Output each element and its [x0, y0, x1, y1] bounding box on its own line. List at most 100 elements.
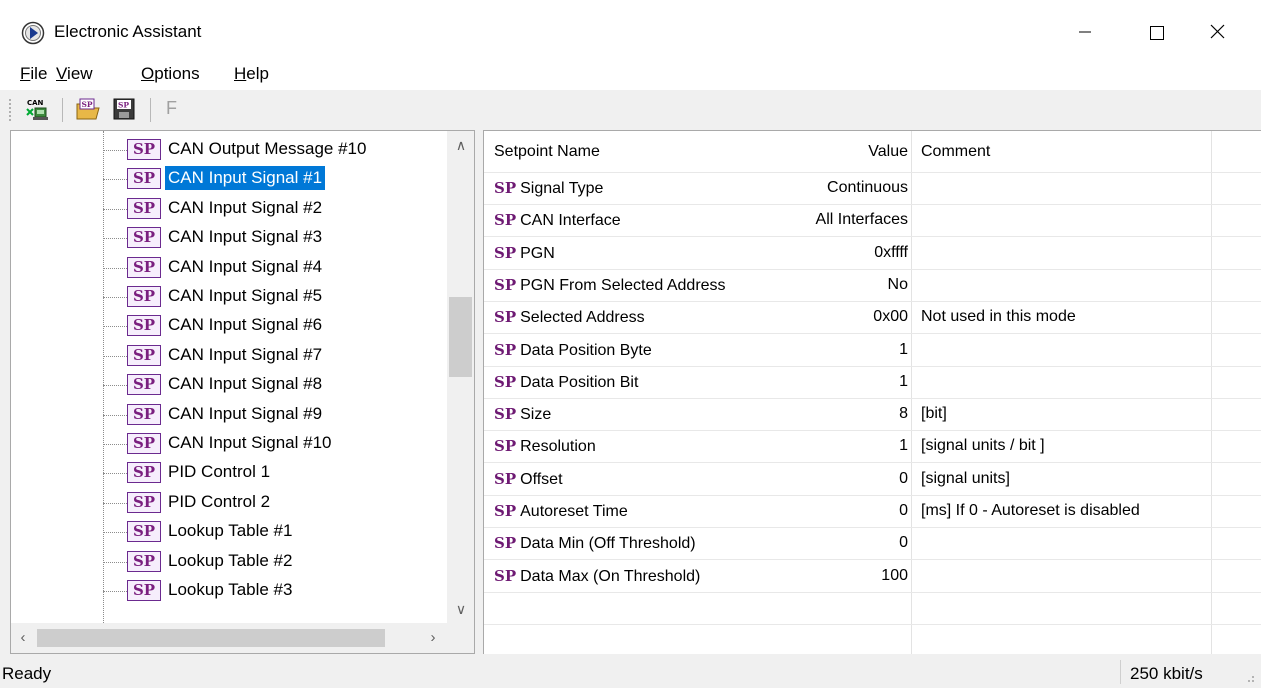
setpoint-comment: [ms] If 0 - Autoreset is disabled [921, 502, 1140, 519]
setpoint-row[interactable]: SP PGN From Selected Address No [484, 270, 1261, 302]
setpoint-row[interactable]: SP Offset 0 [signal units] [484, 464, 1261, 496]
tree-item[interactable]: SP CAN Input Signal #8 [103, 370, 443, 399]
sp-open-icon[interactable]: SP [75, 96, 101, 122]
setpoint-row[interactable]: SP Signal Type Continuous [484, 173, 1261, 205]
setpoint-value[interactable]: 100 [774, 567, 908, 585]
setpoint-name: SP Data Max (On Threshold) [494, 567, 700, 586]
scroll-right-icon[interactable]: › [425, 629, 441, 647]
setpoint-name-text: Data Min (Off Threshold) [520, 535, 696, 552]
setpoint-value[interactable]: 0 [774, 502, 908, 520]
setpoint-prefix: SP [494, 179, 517, 197]
setpoint-row[interactable]: SP Data Position Byte 1 [484, 335, 1261, 367]
scroll-corner [447, 623, 474, 653]
setpoint-name-text: Signal Type [520, 180, 604, 197]
column-header-value[interactable]: Value [774, 143, 908, 161]
setpoint-value[interactable]: 1 [774, 341, 908, 359]
setpoint-value[interactable]: Continuous [774, 179, 908, 197]
setpoint-row[interactable]: SP Autoreset Time 0 [ms] If 0 - Autoreset i… [484, 496, 1261, 528]
tree-item[interactable]: SP CAN Input Signal #1 [103, 164, 443, 193]
setpoint-row[interactable]: SP Size 8 [bit] [484, 399, 1261, 431]
tree-item[interactable]: SP CAN Input Signal #9 [103, 400, 443, 429]
setpoint-row[interactable]: SP Resolution 1 [signal units / bit ] [484, 431, 1261, 463]
scroll-down-icon[interactable]: ∨ [453, 601, 469, 617]
setpoint-value[interactable]: 1 [774, 373, 908, 391]
tree-vertical-scrollbar[interactable]: ∧ ∨ [447, 131, 474, 623]
tree-item[interactable]: SP Lookup Table #2 [103, 547, 443, 576]
setpoint-value[interactable]: 0x00 [774, 308, 908, 326]
scrollbar-thumb[interactable] [37, 629, 385, 647]
setpoint-tree[interactable]: SP CAN Output Message #10 SP CAN Input Sign… [10, 130, 475, 654]
setpoint-row[interactable]: SP Selected Address 0x00 Not used in this m… [484, 302, 1261, 334]
setpoint-prefix: SP [494, 211, 517, 229]
sp-save-icon[interactable]: SP [111, 96, 137, 122]
tree-item-label: Lookup Table #1 [168, 521, 293, 540]
setpoint-value[interactable]: No [774, 276, 908, 294]
minimize-icon[interactable] [1060, 10, 1110, 52]
tree-connector-line [103, 415, 127, 416]
menu-view[interactable]: View [56, 64, 93, 84]
tree-item[interactable]: SP PID Control 1 [103, 458, 443, 487]
setpoint-icon: SP [127, 580, 161, 601]
tree-item-label: CAN Input Signal #1 [165, 166, 326, 190]
setpoint-name: SP Offset [494, 470, 563, 489]
tree-item[interactable]: SP Lookup Table #3 [103, 576, 443, 605]
menu-options[interactable]: Options [141, 64, 200, 84]
tree-connector-line [103, 562, 127, 563]
setpoint-grid[interactable]: Setpoint Name Value Comment SP Signal Typ… [483, 130, 1261, 654]
setpoint-value[interactable]: 0 [774, 470, 908, 488]
menu-file[interactable]: File [20, 64, 47, 84]
tree-item[interactable]: SP CAN Input Signal #7 [103, 341, 443, 370]
scroll-left-icon[interactable]: ‹ [15, 629, 31, 647]
setpoint-prefix: SP [494, 341, 517, 359]
toolbar-separator [62, 98, 63, 122]
scrollbar-thumb[interactable] [449, 297, 472, 377]
tree-item[interactable]: SP PID Control 2 [103, 488, 443, 517]
column-header-name[interactable]: Setpoint Name [494, 143, 600, 161]
setpoint-row[interactable]: SP PGN 0xffff [484, 238, 1261, 270]
scroll-up-icon[interactable]: ∧ [453, 137, 469, 153]
tree-item[interactable]: SP CAN Input Signal #2 [103, 194, 443, 223]
tree-item-label: CAN Input Signal #8 [168, 374, 323, 393]
setpoint-prefix: SP [494, 534, 517, 552]
setpoint-value[interactable]: 0 [774, 534, 908, 552]
f-button[interactable]: F [166, 98, 177, 119]
setpoint-value[interactable]: 1 [774, 437, 908, 455]
setpoint-name-text: Data Position Byte [520, 342, 652, 359]
setpoint-row[interactable]: SP CAN Interface All Interfaces [484, 205, 1261, 237]
setpoint-name-text: CAN Interface [520, 212, 621, 229]
close-icon[interactable] [1192, 10, 1242, 52]
tree-connector-line [103, 532, 127, 533]
title-bar[interactable]: Electronic Assistant [0, 0, 1261, 60]
tree-item-label: PID Control 2 [168, 492, 271, 511]
resize-grip-icon[interactable] [1240, 668, 1256, 684]
setpoint-value[interactable]: 0xffff [774, 244, 908, 262]
can-connect-icon[interactable]: CAN [24, 96, 50, 122]
tree-connector-line [103, 326, 127, 327]
setpoint-row[interactable]: SP Data Position Bit 1 [484, 367, 1261, 399]
setpoint-row[interactable]: SP Data Min (Off Threshold) 0 [484, 528, 1261, 560]
toolbar-grip[interactable] [8, 98, 12, 122]
setpoint-prefix: SP [494, 470, 517, 488]
setpoint-value[interactable]: All Interfaces [774, 211, 908, 229]
tree-viewport: SP CAN Output Message #10 SP CAN Input Sign… [11, 131, 447, 623]
toolbar-separator [150, 98, 151, 122]
tree-item[interactable]: SP CAN Input Signal #4 [103, 253, 443, 282]
tree-item-label: CAN Input Signal #5 [168, 286, 323, 305]
setpoint-value[interactable]: 8 [774, 405, 908, 423]
menu-help[interactable]: Help [234, 64, 269, 84]
setpoint-row[interactable]: SP Data Max (On Threshold) 100 [484, 561, 1261, 593]
tree-item[interactable]: SP CAN Input Signal #5 [103, 282, 443, 311]
tree-connector-line [103, 150, 127, 151]
setpoint-name-text: Data Max (On Threshold) [520, 568, 701, 585]
tree-item[interactable]: SP CAN Output Message #10 [103, 135, 443, 164]
tree-item[interactable]: SP CAN Input Signal #3 [103, 223, 443, 252]
tree-item[interactable]: SP CAN Input Signal #10 [103, 429, 443, 458]
tree-item[interactable]: SP CAN Input Signal #6 [103, 311, 443, 340]
column-header-comment[interactable]: Comment [921, 143, 990, 161]
tree-item[interactable]: SP Lookup Table #1 [103, 517, 443, 546]
maximize-icon[interactable] [1131, 10, 1181, 52]
tree-item-label: Lookup Table #2 [168, 551, 293, 570]
setpoint-icon: SP [127, 198, 161, 219]
setpoint-icon: SP [127, 139, 161, 160]
tree-horizontal-scrollbar[interactable]: ‹ › [11, 623, 447, 653]
